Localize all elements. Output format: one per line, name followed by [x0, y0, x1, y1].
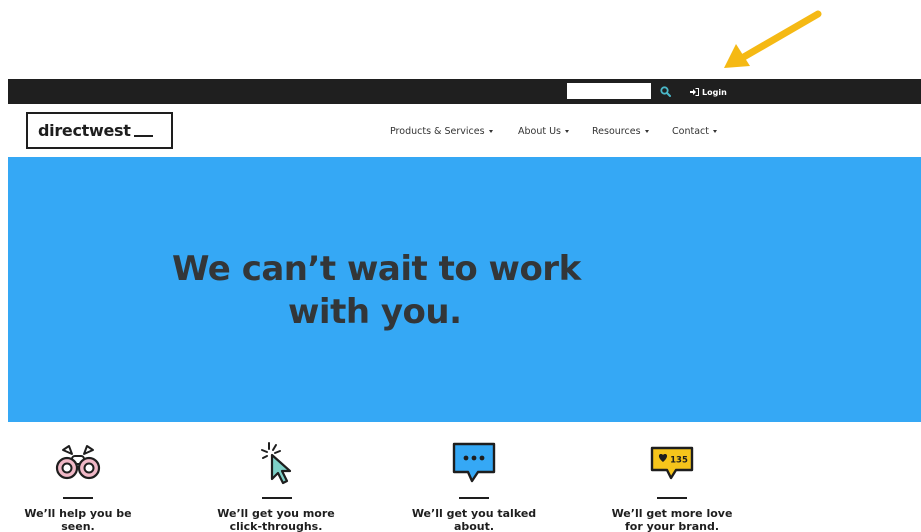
binoculars-icon [55, 445, 101, 480]
login-icon [690, 88, 699, 96]
annotation-arrow [724, 10, 822, 68]
directwest-logo[interactable]: directwest [26, 112, 173, 149]
feature-divider [262, 497, 292, 499]
nav-label: Resources [592, 125, 641, 137]
nav-about-us[interactable]: About Us [518, 124, 570, 138]
hero-heading-line-1: We can’t wait to work [172, 249, 581, 289]
nav-label: Products & Services [390, 125, 485, 137]
chevron-down-icon [712, 130, 717, 133]
search-button[interactable] [657, 83, 673, 99]
feature-caption-seen: We’ll help you be seen. [24, 507, 132, 532]
nav-label: About Us [518, 125, 562, 137]
speech-bubble-icon [452, 442, 496, 483]
login-label: Login [702, 87, 727, 97]
hero-heading-line-2: with you. [288, 292, 462, 332]
nav-label: Contact [672, 125, 709, 137]
logo-text: directwest [38, 121, 131, 140]
feature-divider [63, 497, 93, 499]
site-header: directwest Products & Services About Us … [8, 104, 921, 156]
chevron-down-icon [565, 130, 570, 133]
heart-badge-icon: 135 [650, 446, 694, 480]
feature-caption-brand-love: We’ll get more love for your brand. [611, 507, 733, 532]
chevron-down-icon [488, 130, 493, 133]
logo-underline [133, 135, 153, 137]
login-link[interactable]: Login [690, 85, 727, 99]
feature-divider [459, 497, 489, 499]
cursor-click-icon [261, 442, 292, 485]
search-input[interactable] [567, 83, 651, 99]
search-icon [659, 85, 671, 97]
feature-caption-talked-about: We’ll get you talked about. [411, 507, 537, 532]
nav-contact[interactable]: Contact [672, 124, 717, 138]
badge-count: 135 [670, 456, 688, 466]
nav-resources[interactable]: Resources [592, 124, 649, 138]
feature-divider [657, 497, 687, 499]
top-utility-bar: Login [8, 79, 921, 104]
feature-caption-click-throughs: We’ll get you more click-throughs. [217, 507, 335, 532]
nav-products-services[interactable]: Products & Services [390, 124, 493, 138]
hero-banner: We can’t wait to work with you. [8, 157, 921, 422]
chevron-down-icon [644, 130, 649, 133]
